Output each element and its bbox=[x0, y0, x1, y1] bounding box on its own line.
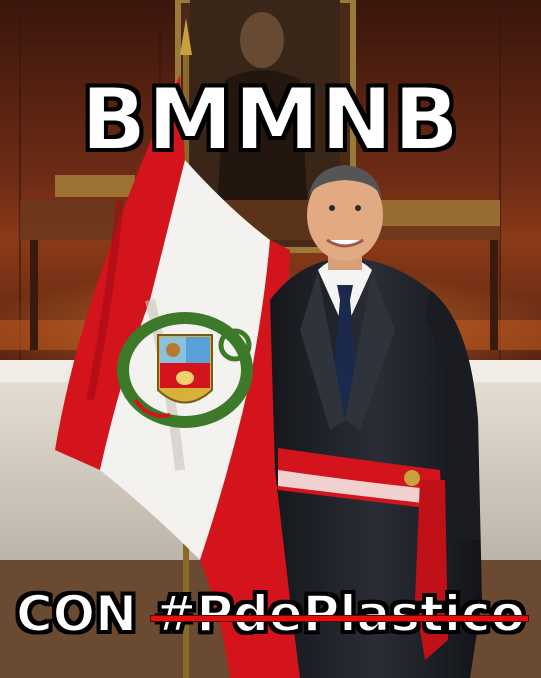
struck-hashtag: #PdePlastico bbox=[150, 584, 530, 644]
hashtag-text: #PdePlastico bbox=[153, 584, 526, 644]
meme-top-text: BMMNB bbox=[80, 69, 461, 171]
meme-bottom-text: CON #PdePlastico bbox=[0, 584, 541, 644]
strikethrough-line bbox=[150, 615, 530, 623]
meme-image: BMMNB CON #PdePlastico bbox=[0, 0, 541, 678]
bottom-prefix: CON bbox=[15, 584, 138, 644]
